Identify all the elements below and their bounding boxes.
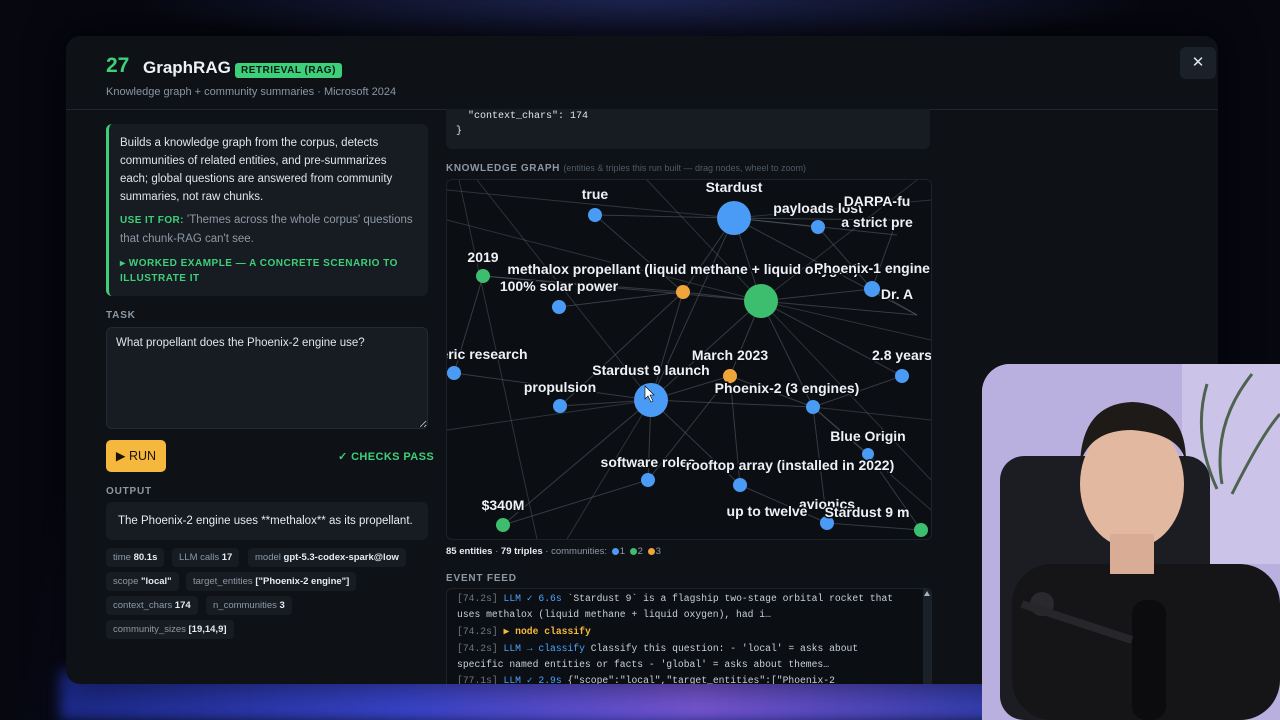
output-label: OUTPUT bbox=[106, 486, 152, 497]
graph-node[interactable] bbox=[744, 284, 778, 318]
checks-pass-status: ✓ CHECKS PASS bbox=[338, 451, 435, 463]
community-1-dot bbox=[611, 548, 619, 555]
stat-chip: target_entities ["Phoenix-2 engine"] bbox=[186, 572, 357, 591]
modal-header: 27 GraphRAG RETRIEVAL (RAG) Knowledge gr… bbox=[66, 36, 1218, 110]
close-button[interactable]: ✕ bbox=[1180, 47, 1216, 79]
stat-chip: context_chars 174 bbox=[106, 596, 198, 615]
run-button[interactable]: ▶ RUN bbox=[106, 440, 166, 472]
community-id: 1 bbox=[619, 546, 625, 557]
graph-node[interactable] bbox=[914, 523, 928, 537]
graph-title: KNOWLEDGE GRAPH bbox=[446, 163, 560, 174]
event-feed-label: EVENT FEED bbox=[446, 573, 517, 584]
knowledge-graph-canvas[interactable]: true Stardust payloads lost DARPA-fu a stric… bbox=[446, 179, 932, 540]
graph-node[interactable] bbox=[447, 366, 461, 380]
stat-chip: community_sizes [19,14,9] bbox=[106, 620, 234, 639]
graph-node-label: software roles bbox=[601, 454, 696, 470]
webcam-overlay bbox=[982, 364, 1280, 720]
worked-example-toggle[interactable]: ▸ WORKED EXAMPLE — A CONCRETE SCENARIO T… bbox=[120, 256, 416, 286]
graph-node[interactable] bbox=[553, 399, 567, 413]
graph-node[interactable] bbox=[733, 478, 747, 492]
entity-count: 85 entities bbox=[446, 546, 493, 557]
json-line: "context_chars": 174 bbox=[468, 111, 589, 122]
graph-node-label: 2.8 years bbox=[872, 347, 931, 363]
json-line: } bbox=[456, 126, 463, 137]
stat-chip: scope "local" bbox=[106, 572, 179, 591]
event-line: [77.1s] LLM ✓ 2.9s {"scope":"local","tar… bbox=[457, 675, 835, 684]
graph-node[interactable] bbox=[476, 269, 490, 283]
pattern-title: GraphRAG bbox=[143, 58, 231, 77]
graph-edge bbox=[826, 522, 922, 531]
graph-edge bbox=[871, 219, 898, 290]
event-line: [74.2s] ▶ node classify bbox=[457, 626, 591, 637]
task-label: TASK bbox=[106, 310, 136, 321]
presenter-video bbox=[982, 364, 1280, 720]
graph-hint: (entities & triples this run built — dra… bbox=[563, 163, 807, 173]
graph-edge bbox=[558, 291, 684, 308]
knowledge-graph-label: KNOWLEDGE GRAPH (entities & triples this… bbox=[446, 163, 806, 174]
graph-node-label: DARPA-fu bbox=[844, 193, 911, 209]
graph-stats: 85 entities · 79 triples · communities: … bbox=[446, 546, 661, 557]
graph-node-label: $340M bbox=[482, 497, 525, 513]
graph-node-label: propulsion bbox=[524, 379, 596, 395]
graph-node-label: Dr. A bbox=[881, 286, 913, 302]
scroll-up-icon[interactable] bbox=[924, 591, 930, 596]
graph-node-label: Phoenix-2 (3 engines) bbox=[715, 380, 860, 396]
stat-chip: model gpt-5.3-codex-spark@low bbox=[248, 548, 406, 567]
use-it-for-label: USE IT FOR: bbox=[120, 215, 184, 226]
community-id: 3 bbox=[655, 546, 661, 557]
graph-node[interactable] bbox=[811, 220, 825, 234]
community-id: 2 bbox=[637, 546, 643, 557]
graph-node[interactable] bbox=[588, 208, 602, 222]
graph-node[interactable] bbox=[641, 473, 655, 487]
event-line: [74.2s] LLM ✓ 6.6s `Stardust 9` is a fla… bbox=[457, 593, 894, 604]
output-text: The Phoenix-2 engine uses **methalox** a… bbox=[106, 502, 428, 540]
graph-node-label: true bbox=[582, 186, 609, 202]
graph-edge bbox=[502, 479, 649, 526]
graph-node-label: up to twelve bbox=[727, 503, 808, 519]
graph-node-label: Stardust 9 m bbox=[825, 504, 910, 520]
knowledge-graph-svg[interactable]: true Stardustpayloads lostDARPA-fua stric… bbox=[447, 180, 931, 539]
graph-node[interactable] bbox=[806, 400, 820, 414]
graph-node-label: Stardust 9 launch bbox=[592, 362, 709, 378]
task-input[interactable] bbox=[106, 327, 428, 429]
graph-node-label: Stardust bbox=[706, 180, 763, 195]
use-it-for: USE IT FOR: 'Themes across the whole cor… bbox=[120, 211, 416, 248]
graph-node-label: Blue Origin bbox=[830, 428, 905, 444]
graph-node[interactable] bbox=[676, 285, 690, 299]
description-text: Builds a knowledge graph from the corpus… bbox=[120, 137, 393, 203]
category-badge: RETRIEVAL (RAG) bbox=[235, 63, 342, 78]
context-json: "context_chars": 174 } bbox=[446, 109, 930, 149]
pattern-number: 27 bbox=[106, 54, 130, 77]
event-line: specific named entities or facts - 'glob… bbox=[457, 659, 830, 670]
graph-node[interactable] bbox=[496, 518, 510, 532]
graph-node-label: eric research bbox=[447, 346, 528, 362]
event-feed[interactable]: [74.2s] LLM ✓ 6.6s `Stardust 9` is a fla… bbox=[446, 588, 932, 684]
graph-node-label: Phoenix-1 engine bbox=[814, 260, 930, 276]
graph-node-label: 2019 bbox=[467, 249, 498, 265]
stat-chip: LLM calls 17 bbox=[172, 548, 240, 567]
communities-label: · communities: bbox=[545, 546, 608, 557]
graph-node[interactable] bbox=[717, 201, 751, 235]
graph-edge bbox=[594, 214, 735, 219]
event-line: [74.2s] LLM → classify Classify this que… bbox=[457, 643, 859, 654]
graph-node[interactable] bbox=[864, 281, 880, 297]
graph-edge bbox=[760, 300, 931, 341]
pattern-subtitle: Knowledge graph + community summaries · … bbox=[106, 86, 397, 98]
graph-node[interactable] bbox=[895, 369, 909, 383]
graph-node-label: methalox propellant (liquid methane + li… bbox=[507, 261, 858, 277]
graph-node-label: a strict pre bbox=[841, 214, 913, 230]
community-3-dot bbox=[647, 548, 655, 555]
graph-node-label: rooftop array (installed in 2022) bbox=[686, 457, 895, 473]
graph-node-label: March 2023 bbox=[692, 347, 768, 363]
stat-chip: time 80.1s bbox=[106, 548, 165, 567]
graph-node[interactable] bbox=[552, 300, 566, 314]
graph-node-label: 100% solar power bbox=[500, 278, 619, 294]
stat-chip: n_communities 3 bbox=[206, 596, 292, 615]
community-2-dot bbox=[629, 548, 637, 555]
triple-count: 79 triples bbox=[500, 546, 543, 557]
description-card: Builds a knowledge graph from the corpus… bbox=[106, 124, 428, 296]
event-feed-scrollbar[interactable] bbox=[923, 589, 931, 684]
event-line: uses methalox (liquid methane + liquid o… bbox=[457, 609, 771, 620]
